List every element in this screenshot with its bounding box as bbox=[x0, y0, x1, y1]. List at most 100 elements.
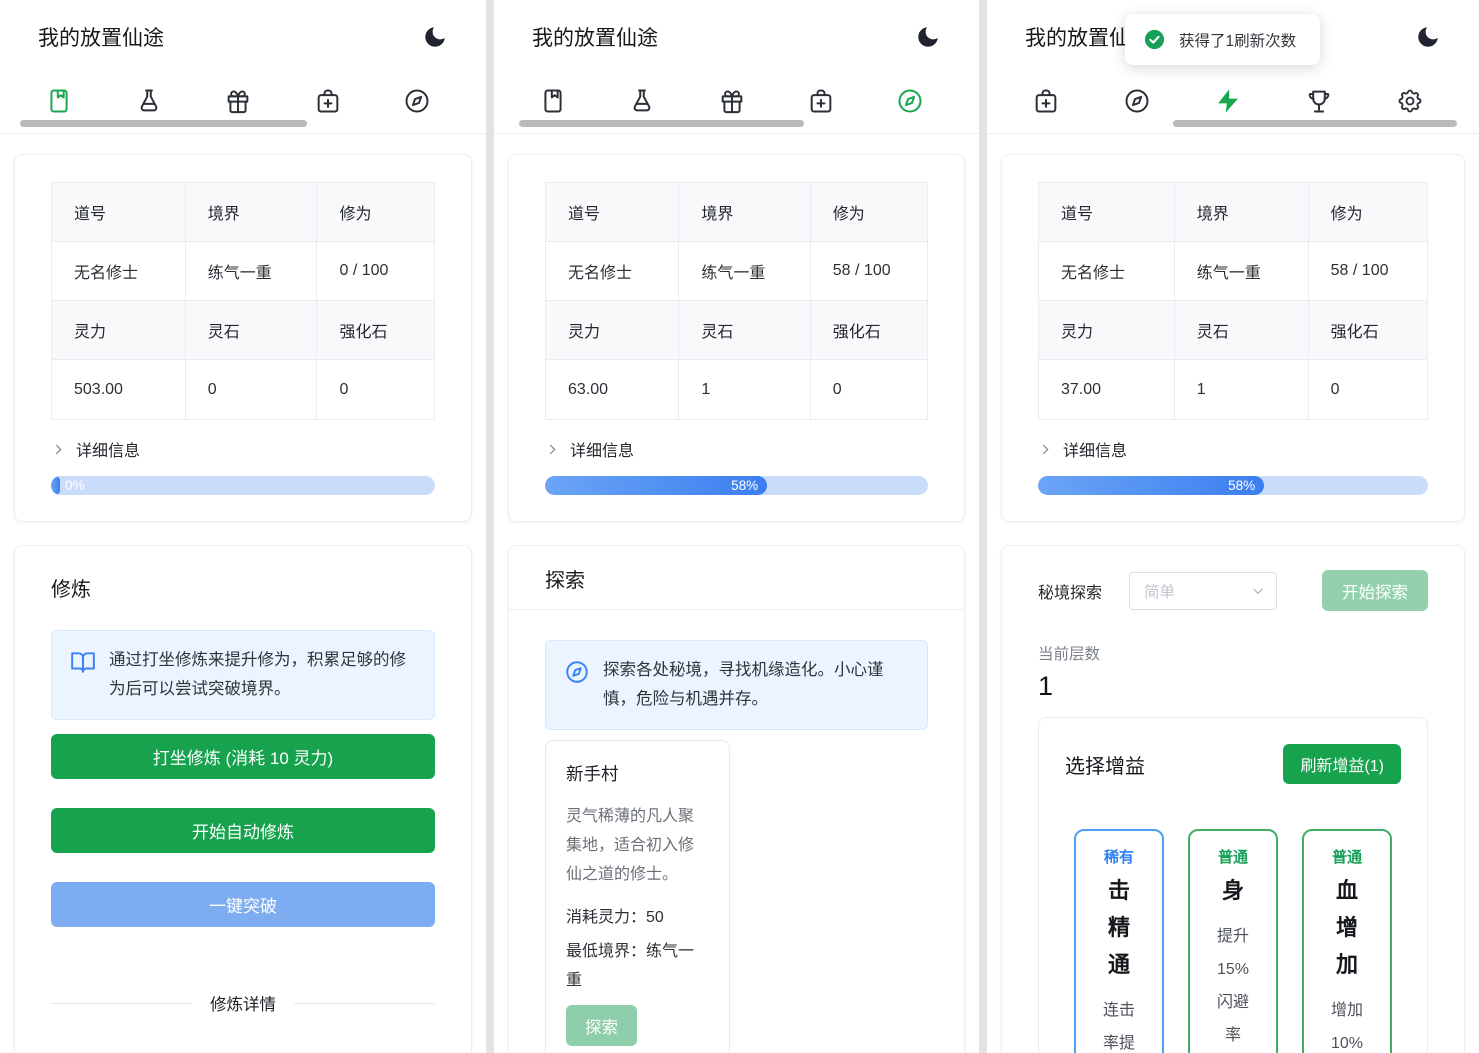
buff-card-rare[interactable]: 稀有 击 精 通 连击 率提 bbox=[1074, 829, 1164, 1053]
location-description: 灵气稀薄的凡人聚集地，适合初入修仙之道的修士。 bbox=[566, 802, 709, 889]
stat-header: 境界 bbox=[186, 183, 318, 242]
panel-explore: 我的放置仙途 道号 境界 修为 无名修士 练气一重 58 / 100 灵力 灵石… bbox=[494, 0, 979, 1053]
gift-icon bbox=[224, 87, 252, 115]
tab-items[interactable] bbox=[1031, 86, 1061, 116]
difficulty-select[interactable]: 简单 bbox=[1129, 572, 1277, 610]
dark-mode-toggle[interactable] bbox=[1413, 22, 1443, 52]
chevron-right-icon bbox=[51, 442, 66, 457]
stats-card: 道号 境界 修为 无名修士 练气一重 58 / 100 灵力 灵石 强化石 63… bbox=[508, 154, 965, 522]
details-toggle[interactable]: 详细信息 bbox=[1038, 437, 1127, 461]
section-title: 秘境探索 bbox=[1038, 579, 1102, 603]
buffs-heading: 选择增益 bbox=[1065, 750, 1145, 779]
tab-journal[interactable] bbox=[44, 86, 74, 116]
tab-alchemy[interactable] bbox=[627, 86, 657, 116]
moon-icon bbox=[1415, 24, 1441, 50]
stat-value: 503.00 bbox=[52, 360, 186, 419]
floor-label: 当前层数 bbox=[1038, 642, 1428, 664]
tab-achievements[interactable] bbox=[1304, 86, 1334, 116]
tab-scrollbar bbox=[0, 120, 486, 127]
tab-scrollbar-thumb[interactable] bbox=[1173, 120, 1457, 127]
app-title: 我的放置仙途 bbox=[532, 22, 658, 52]
stat-header: 灵力 bbox=[546, 301, 679, 360]
buff-rarity-badge: 普通 bbox=[1308, 846, 1386, 867]
refresh-buffs-button[interactable]: 刷新增益(1) bbox=[1283, 744, 1401, 784]
explore-section: 探索 探索各处秘境，寻找机缘造化。小心谨慎，危险与机遇并存。 新手村 灵气稀薄的… bbox=[508, 545, 965, 1053]
tab-scrollbar bbox=[987, 120, 1479, 127]
firstaid-icon bbox=[314, 87, 342, 115]
tab-alchemy[interactable] bbox=[134, 86, 164, 116]
buff-description: 增加 10% bbox=[1308, 994, 1386, 1053]
buff-card-row: 稀有 击 精 通 连击 率提 普通 身 提升 15% 闪避 率 普通 血 增 加… bbox=[1065, 829, 1401, 1053]
firstaid-icon bbox=[807, 87, 835, 115]
app-header: 我的放置仙途 bbox=[494, 0, 979, 74]
stat-value: 0 bbox=[1309, 360, 1427, 419]
dark-mode-toggle[interactable] bbox=[420, 22, 450, 52]
stat-value: 练气一重 bbox=[679, 242, 810, 301]
chevron-right-icon bbox=[545, 442, 560, 457]
tab-rewards[interactable] bbox=[717, 86, 747, 116]
stat-value: 37.00 bbox=[1039, 360, 1175, 419]
tab-settings[interactable] bbox=[1395, 86, 1425, 116]
tab-scrollbar-thumb[interactable] bbox=[519, 120, 804, 127]
realm-controls: 秘境探索 简单 开始探索 bbox=[1038, 570, 1428, 611]
stat-header: 境界 bbox=[1175, 183, 1309, 242]
divider-line bbox=[51, 1003, 192, 1004]
explore-body: 探索各处秘境，寻找机缘造化。小心谨慎，危险与机遇并存。 新手村 灵气稀薄的凡人聚… bbox=[509, 610, 964, 1053]
tab-explore[interactable] bbox=[1122, 86, 1152, 116]
tab-bar bbox=[494, 74, 979, 116]
stat-value: 0 bbox=[186, 360, 318, 419]
breakthrough-button[interactable]: 一键突破 bbox=[51, 882, 435, 927]
buff-card-common[interactable]: 普通 血 增 加 增加 10% bbox=[1302, 829, 1392, 1053]
explore-info-box: 探索各处秘境，寻找机缘造化。小心谨慎，危险与机遇并存。 bbox=[545, 640, 928, 730]
chevron-down-icon bbox=[1250, 583, 1266, 599]
start-explore-button[interactable]: 开始探索 bbox=[1322, 570, 1428, 611]
section-title: 修炼 bbox=[51, 573, 435, 602]
tab-explore[interactable] bbox=[895, 86, 925, 116]
tab-items[interactable] bbox=[313, 86, 343, 116]
stat-header: 灵力 bbox=[52, 301, 186, 360]
firstaid-icon bbox=[1032, 87, 1060, 115]
buff-card-common[interactable]: 普通 身 提升 15% 闪避 率 bbox=[1188, 829, 1278, 1053]
progress-fill: 58% bbox=[1038, 476, 1264, 495]
tab-explore[interactable] bbox=[402, 86, 432, 116]
tab-rewards[interactable] bbox=[223, 86, 253, 116]
app-title: 我的放置仙途 bbox=[38, 22, 164, 52]
buff-name: 血 增 加 bbox=[1308, 872, 1386, 983]
stat-value: 无名修士 bbox=[1039, 242, 1175, 301]
stat-header: 强化石 bbox=[317, 301, 434, 360]
stat-header: 灵力 bbox=[1039, 301, 1175, 360]
open-book-icon bbox=[70, 646, 96, 704]
meditate-button[interactable]: 打坐修炼 (消耗 10 灵力) bbox=[51, 734, 435, 779]
buff-panel-header: 选择增益 刷新增益(1) bbox=[1065, 744, 1401, 784]
stat-value: 1 bbox=[1175, 360, 1309, 419]
tab-items[interactable] bbox=[806, 86, 836, 116]
compass-icon bbox=[896, 87, 924, 115]
details-toggle[interactable]: 详细信息 bbox=[545, 437, 634, 461]
buff-name: 身 bbox=[1194, 872, 1272, 909]
progress-fill bbox=[51, 476, 60, 495]
panel-cultivation: 我的放置仙途 道号 境界 修为 无名修士 练气一重 0 / 100 灵力 灵石 … bbox=[0, 0, 486, 1053]
tabbar-divider bbox=[494, 133, 979, 134]
flask-icon bbox=[135, 87, 163, 115]
tab-journal[interactable] bbox=[538, 86, 568, 116]
gift-icon bbox=[718, 87, 746, 115]
stat-header: 修为 bbox=[1309, 183, 1427, 242]
details-label: 详细信息 bbox=[570, 437, 634, 461]
tab-secret-realm[interactable] bbox=[1213, 86, 1243, 116]
stats-table: 道号 境界 修为 无名修士 练气一重 58 / 100 灵力 灵石 强化石 63… bbox=[545, 182, 928, 420]
explore-button[interactable]: 探索 bbox=[566, 1005, 637, 1046]
details-toggle[interactable]: 详细信息 bbox=[51, 437, 140, 461]
tabbar-divider bbox=[0, 133, 486, 134]
tab-scrollbar-thumb[interactable] bbox=[20, 120, 307, 127]
buff-name: 击 精 通 bbox=[1080, 872, 1158, 983]
details-label: 详细信息 bbox=[1063, 437, 1127, 461]
dark-mode-toggle[interactable] bbox=[913, 22, 943, 52]
stat-value: 练气一重 bbox=[186, 242, 318, 301]
stat-value: 63.00 bbox=[546, 360, 679, 419]
buff-description: 提升 15% 闪避 率 bbox=[1194, 920, 1272, 1052]
progress-label: 58% bbox=[731, 478, 758, 493]
stat-value: 1 bbox=[679, 360, 810, 419]
cultivation-info-box: 通过打坐修炼来提升修为，积累足够的修为后可以尝试突破境界。 bbox=[51, 630, 435, 720]
divider-line bbox=[294, 1003, 435, 1004]
auto-cultivate-button[interactable]: 开始自动修炼 bbox=[51, 808, 435, 853]
